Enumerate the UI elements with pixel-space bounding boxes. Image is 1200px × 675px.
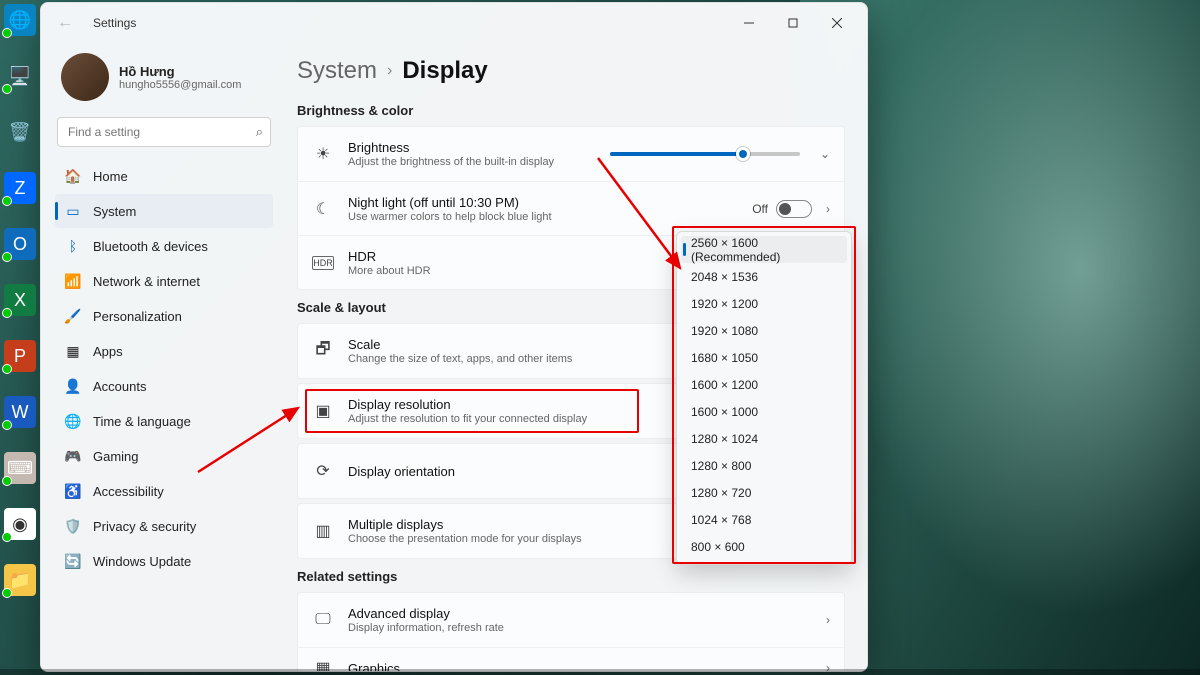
sidebar: Hồ Hưng hungho5556@gmail.com ⌕ 🏠Home ▭Sy… (41, 43, 281, 671)
desktop-icon-this-pc[interactable]: 🖥️ (4, 60, 36, 92)
section-brightness-heading: Brightness & color (297, 103, 845, 118)
row-graphics[interactable]: ▦ Graphics › (298, 647, 844, 671)
desktop-icon-excel[interactable]: X (4, 284, 36, 316)
window-titlebar: ← Settings (41, 3, 867, 43)
resolution-option[interactable]: 1920 × 1080 (681, 317, 847, 344)
desktop-icon-powerpoint[interactable]: P (4, 340, 36, 372)
chevron-right-icon[interactable]: › (826, 613, 830, 627)
resolution-option[interactable]: 1280 × 720 (681, 479, 847, 506)
resolution-option[interactable]: 1280 × 1024 (681, 425, 847, 452)
orientation-icon: ⟳ (312, 461, 334, 481)
row-night-light[interactable]: ☾ Night light (off until 10:30 PM) Use w… (298, 181, 844, 235)
resolution-option[interactable]: 1280 × 800 (681, 452, 847, 479)
breadcrumb: System › Display (297, 57, 845, 85)
search-icon: ⌕ (256, 124, 263, 140)
search-input[interactable] (57, 117, 271, 147)
monitor-icon: 🖵 (312, 611, 334, 629)
nav-system[interactable]: ▭System (55, 194, 273, 228)
desktop-icons-column: 🌐 🖥️ 🗑️ Z O X P W ⌨ ◉ 📁 (4, 4, 40, 596)
hdr-icon: HDR (312, 256, 334, 270)
nav-home[interactable]: 🏠Home (55, 159, 273, 193)
gamepad-icon: 🎮 (65, 448, 81, 464)
brightness-slider[interactable] (610, 152, 800, 156)
profile-name: Hồ Hưng (119, 64, 241, 79)
nav-time[interactable]: 🌐Time & language (55, 404, 273, 438)
desktop-icon-recycle-bin[interactable]: 🗑️ (4, 116, 36, 148)
resolution-option[interactable]: 800 × 600 (681, 533, 847, 560)
globe-icon: 🌐 (65, 413, 81, 429)
resolution-dropdown[interactable]: 2560 × 1600 (Recommended) 2048 × 1536 19… (676, 231, 852, 565)
nav-personalization[interactable]: 🖌️Personalization (55, 299, 273, 333)
update-icon: 🔄 (65, 553, 81, 569)
minimize-button[interactable] (727, 8, 771, 38)
shield-icon: 🛡️ (65, 518, 81, 534)
home-icon: 🏠 (65, 168, 81, 184)
nav-gaming[interactable]: 🎮Gaming (55, 439, 273, 473)
resolution-option[interactable]: 1600 × 1000 (681, 398, 847, 425)
wifi-icon: 📶 (65, 273, 81, 289)
resolution-option[interactable]: 1680 × 1050 (681, 344, 847, 371)
desktop-icon-folder[interactable]: 📁 (4, 564, 36, 596)
moon-icon: ☾ (312, 199, 334, 219)
nav-privacy[interactable]: 🛡️Privacy & security (55, 509, 273, 543)
desktop-icon-edge[interactable]: 🌐 (4, 4, 36, 36)
close-button[interactable] (815, 8, 859, 38)
avatar (61, 53, 109, 101)
multi-display-icon: ▥ (312, 521, 334, 541)
nav-accessibility[interactable]: ♿Accessibility (55, 474, 273, 508)
apps-icon: ▦ (65, 343, 81, 359)
night-light-toggle[interactable] (776, 200, 812, 218)
window-title: Settings (93, 16, 727, 30)
desktop-icon-unikey[interactable]: ⌨ (4, 452, 36, 484)
row-advanced-display[interactable]: 🖵 Advanced display Display information, … (298, 593, 844, 647)
desktop-icon-zalo[interactable]: Z (4, 172, 36, 204)
breadcrumb-root[interactable]: System (297, 57, 377, 85)
resolution-option[interactable]: 2048 × 1536 (681, 263, 847, 290)
brush-icon: 🖌️ (65, 308, 81, 324)
desktop-icon-word[interactable]: W (4, 396, 36, 428)
maximize-button[interactable] (771, 8, 815, 38)
profile-block[interactable]: Hồ Hưng hungho5556@gmail.com (55, 43, 273, 117)
nav-list: 🏠Home ▭System ᛒBluetooth & devices 📶Netw… (55, 159, 273, 578)
desktop-icon-chrome[interactable]: ◉ (4, 508, 36, 540)
resolution-icon: ▣ (312, 401, 334, 421)
resolution-option[interactable]: 1920 × 1200 (681, 290, 847, 317)
desktop-icon-outlook[interactable]: O (4, 228, 36, 260)
breadcrumb-current: Display (402, 57, 487, 85)
nav-update[interactable]: 🔄Windows Update (55, 544, 273, 578)
resolution-option[interactable]: 1600 × 1200 (681, 371, 847, 398)
nav-bluetooth[interactable]: ᛒBluetooth & devices (55, 229, 273, 263)
profile-email: hungho5556@gmail.com (119, 79, 241, 91)
resolution-option[interactable]: 1024 × 768 (681, 506, 847, 533)
scale-icon: 🗗 (312, 338, 334, 365)
person-icon: 👤 (65, 378, 81, 394)
sun-icon: ☀ (312, 144, 334, 164)
chevron-right-icon[interactable]: › (826, 202, 830, 216)
nav-accounts[interactable]: 👤Accounts (55, 369, 273, 403)
taskbar[interactable] (0, 669, 1200, 675)
nav-network[interactable]: 📶Network & internet (55, 264, 273, 298)
back-button[interactable]: ← (55, 14, 75, 32)
system-icon: ▭ (65, 203, 81, 219)
nav-apps[interactable]: ▦Apps (55, 334, 273, 368)
accessibility-icon: ♿ (65, 483, 81, 499)
row-brightness[interactable]: ☀ Brightness Adjust the brightness of th… (298, 127, 844, 181)
section-related-heading: Related settings (297, 569, 845, 584)
chevron-down-icon[interactable]: ⌄ (820, 147, 830, 161)
night-light-state: Off (752, 202, 768, 216)
bluetooth-icon: ᛒ (65, 238, 81, 254)
chevron-right-icon: › (387, 62, 392, 80)
resolution-option[interactable]: 2560 × 1600 (Recommended) (681, 236, 847, 263)
